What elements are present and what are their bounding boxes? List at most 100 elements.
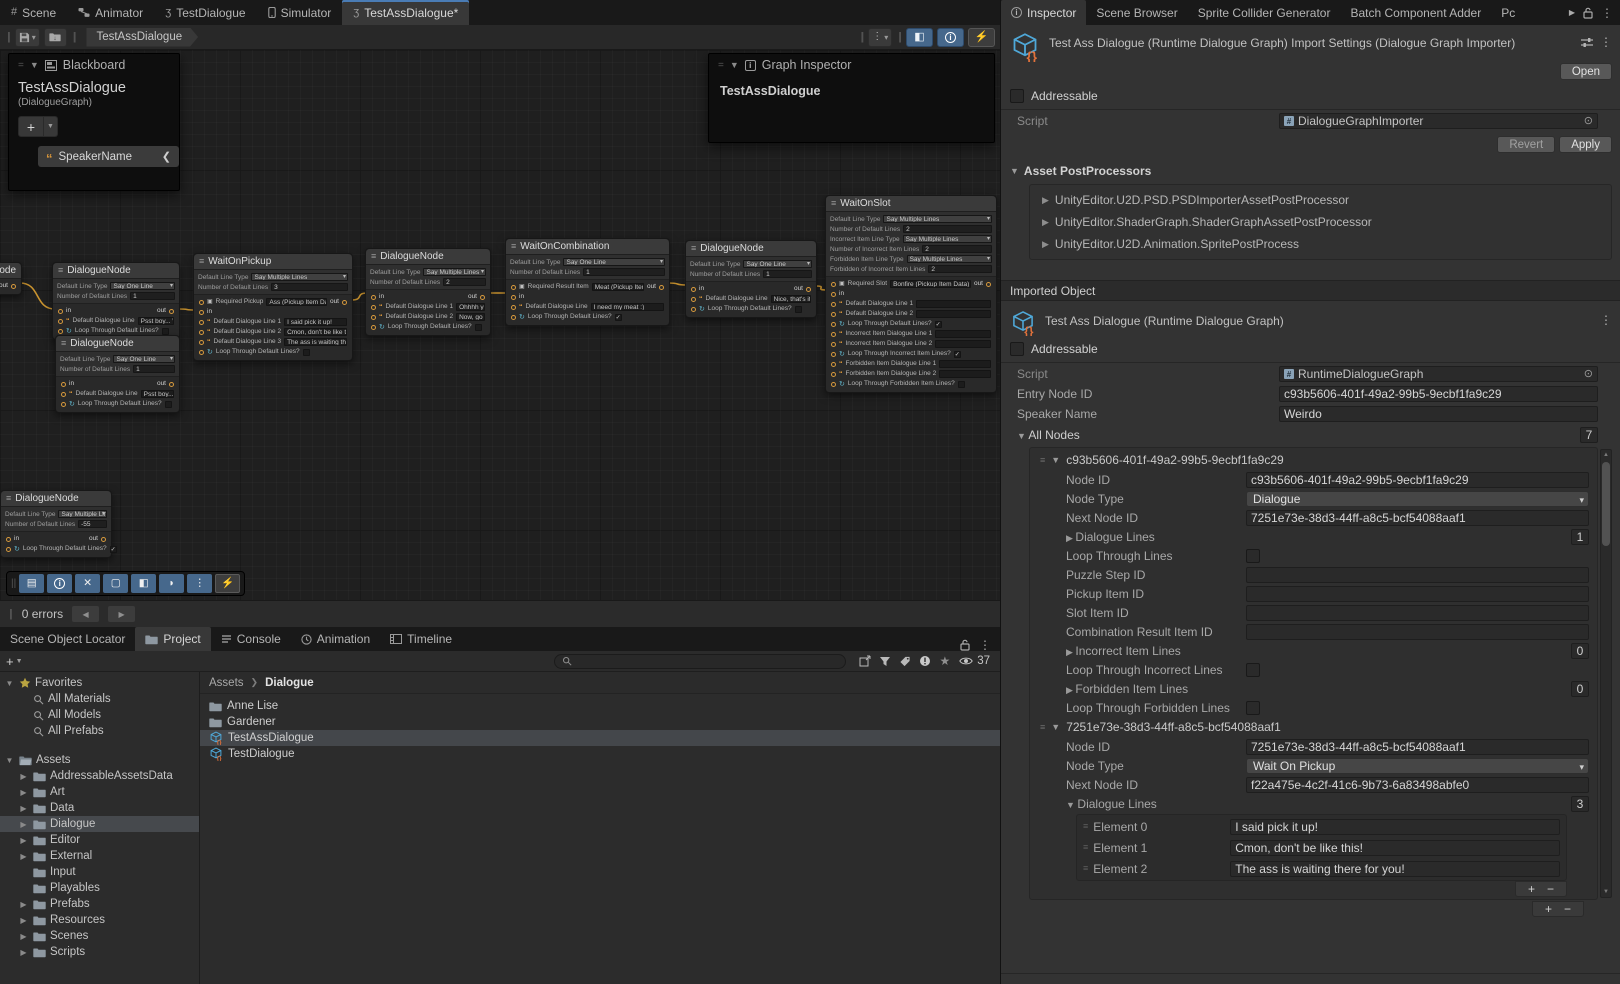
inspector-tab-inspector[interactable]: iInspector (1001, 0, 1086, 25)
graph-node-dialoguenode[interactable]: ≡DialogueNodeDefault Line TypeSay One Li… (55, 335, 180, 413)
node-title[interactable]: ≡DialogueNode (56, 336, 179, 352)
open-search-window-icon[interactable] (859, 655, 871, 667)
field-input[interactable]: 1 (583, 268, 665, 276)
graph-node-dialoguenode[interactable]: ≡DialogueNodeDefault Line TypeSay Multip… (0, 490, 112, 558)
unlock-icon[interactable] (1583, 7, 1593, 19)
add-property-button[interactable]: + (18, 116, 44, 137)
info-button[interactable]: i (47, 574, 72, 593)
tab-animation[interactable]: Animation (291, 627, 380, 651)
foldout-closed-icon[interactable]: ▶ (18, 820, 29, 829)
port-icon[interactable] (691, 287, 696, 292)
load-graph-button[interactable]: ↓ (44, 28, 67, 47)
window-button[interactable]: ▢ (103, 574, 128, 593)
addressable-checkbox[interactable] (1010, 342, 1024, 356)
port-icon[interactable] (691, 307, 696, 312)
text-field[interactable] (1246, 586, 1589, 602)
node-connection-wire[interactable] (20, 283, 55, 309)
node-entry-header[interactable]: ≡▼7251e73e-38d3-44ff-a8c5-bcf54088aaf1 (1030, 717, 1593, 737)
field-label[interactable]: ▶ Incorrect Item Lines (1066, 644, 1242, 658)
tree-item-resources[interactable]: ▶Resources (0, 912, 199, 928)
port-icon[interactable] (169, 382, 174, 387)
breadcrumb-root[interactable]: Assets (209, 677, 244, 689)
dialogue-line-input[interactable]: The ass is waiting there for you! (284, 338, 347, 346)
hidden-assets-toggle[interactable]: 37 (959, 655, 994, 667)
object-field[interactable]: Bonfire (Pickup Item Data) (890, 280, 971, 288)
field-input[interactable]: -55 (78, 520, 107, 528)
graph-inspector-panel[interactable]: = ▼ i Graph Inspector TestAssDialogue (708, 53, 995, 143)
foldout-closed-icon[interactable]: ▶ (18, 836, 29, 845)
node-checkbox[interactable] (303, 349, 310, 356)
postprocessor-item[interactable]: ▶UnityEditor.ShaderGraph.ShaderGraphAsse… (1030, 211, 1611, 233)
drag-handle-icon[interactable]: = (16, 60, 24, 71)
dialogue-line-input[interactable]: Psst boy... W (138, 317, 174, 325)
text-field[interactable]: Weirdo (1279, 406, 1598, 422)
text-field[interactable]: 7251e73e-38d3-44ff-a8c5-bcf54088aaf1 (1246, 739, 1589, 755)
object-field[interactable]: Ass (Pickup Item Data) (266, 298, 327, 306)
asset-postprocessors-foldout[interactable]: ▼ Asset PostProcessors (1001, 160, 1620, 182)
dialogue-line-input[interactable] (939, 370, 991, 378)
node-entry-header[interactable]: ≡▼c93b5606-401f-49a2-99b5-9ecbf1fa9c29 (1030, 450, 1593, 470)
port-icon[interactable] (371, 315, 376, 320)
checkbox[interactable] (1246, 701, 1260, 715)
port-icon[interactable] (831, 342, 836, 347)
lightning-button[interactable]: ⚡ (215, 574, 240, 593)
inspector-tab-scene-browser[interactable]: Scene Browser (1086, 0, 1187, 25)
blackboard-panel[interactable]: = ▼ Blackboard TestAssDialogue (Dialogue… (8, 53, 180, 191)
all-nodes-row[interactable]: ▼ All Nodes 7 (1001, 424, 1620, 446)
field-dropdown[interactable]: Say One Line▾ (563, 258, 665, 266)
inspector-tab-sprite-collider-generator[interactable]: Sprite Collider Generator (1188, 0, 1341, 25)
port-icon[interactable] (831, 352, 836, 357)
node-checkbox[interactable] (795, 306, 802, 313)
foldout-closed-icon[interactable]: ▶ (18, 788, 29, 797)
text-field[interactable]: f22a475e-4c2f-41c6-9b73-6a83498abfe0 (1246, 777, 1589, 793)
field-dropdown[interactable]: Say Multiple Lines▾ (423, 268, 486, 276)
remove-element-button[interactable]: − (1547, 883, 1554, 895)
port-icon[interactable] (11, 284, 16, 289)
drag-handle-icon[interactable]: || (7, 608, 13, 620)
script-field[interactable]: # DialogueGraphImporter ⊙ (1279, 113, 1598, 129)
port-icon[interactable] (58, 329, 63, 334)
graph-node-rtnode[interactable]: rtNodeout (0, 262, 22, 295)
node-title[interactable]: ≡DialogueNode (366, 249, 490, 265)
node-checkbox[interactable] (475, 324, 482, 331)
array-size-field[interactable]: 3 (1571, 796, 1589, 812)
port-icon[interactable] (511, 315, 516, 320)
object-picker-icon[interactable]: ⊙ (1584, 116, 1593, 127)
toggle-blackboard-button[interactable]: ◧ (906, 28, 933, 47)
port-icon[interactable] (199, 320, 204, 325)
element-value-field[interactable]: Cmon, don't be like this! (1230, 840, 1560, 856)
port-icon[interactable] (199, 300, 204, 305)
graph-canvas[interactable]: rtNodeout ≡DialogueNodeDefault Line TypeS… (0, 50, 1000, 600)
port-icon[interactable] (61, 382, 66, 387)
field-dropdown[interactable]: Say Multiple Lines▾ (251, 273, 348, 281)
dialogue-line-input[interactable]: I need my meat :) (591, 303, 664, 311)
next-error-button[interactable]: ▶ (108, 606, 135, 622)
port-icon[interactable] (806, 287, 811, 292)
lock-icon[interactable] (960, 639, 970, 651)
asset-item-testdialogue[interactable]: {}TestDialogue (200, 746, 1000, 762)
port-icon[interactable] (58, 309, 63, 314)
port-icon[interactable] (342, 300, 347, 305)
all-nodes-count[interactable]: 7 (1580, 427, 1598, 443)
port-icon[interactable] (691, 297, 696, 302)
graph-node-waitoncombination[interactable]: ≡WaitOnCombinationDefault Line TypeSay O… (505, 238, 670, 326)
drag-handle-icon[interactable]: = (716, 60, 724, 71)
editor-tab-animator[interactable]: Animator (67, 0, 154, 25)
tab-console[interactable]: Console (211, 627, 291, 651)
foldout-closed-icon[interactable]: ▶ (18, 804, 29, 813)
editor-tab-scene[interactable]: #Scene (0, 0, 67, 25)
foldout-open-icon[interactable]: ▼ (4, 679, 15, 688)
tree-item-scripts[interactable]: ▶Scripts (0, 944, 199, 960)
tree-item-editor[interactable]: ▶Editor (0, 832, 199, 848)
port-icon[interactable] (831, 292, 836, 297)
blackboard-property[interactable]: “ SpeakerName ❮ (38, 146, 179, 167)
add-element-button[interactable]: + (1545, 902, 1552, 916)
node-checkbox[interactable] (958, 381, 965, 388)
dialogue-line-input[interactable] (935, 330, 991, 338)
text-field[interactable]: c93b5606-401f-49a2-99b5-9ecbf1fa9c29 (1279, 386, 1598, 402)
tree-item-all-materials[interactable]: All Materials (0, 691, 199, 707)
element-value-field[interactable]: I said pick it up! (1230, 819, 1560, 835)
foldout-closed-icon[interactable]: ▶ (18, 948, 29, 957)
tab-project[interactable]: Project (135, 627, 210, 651)
port-icon[interactable] (831, 302, 836, 307)
